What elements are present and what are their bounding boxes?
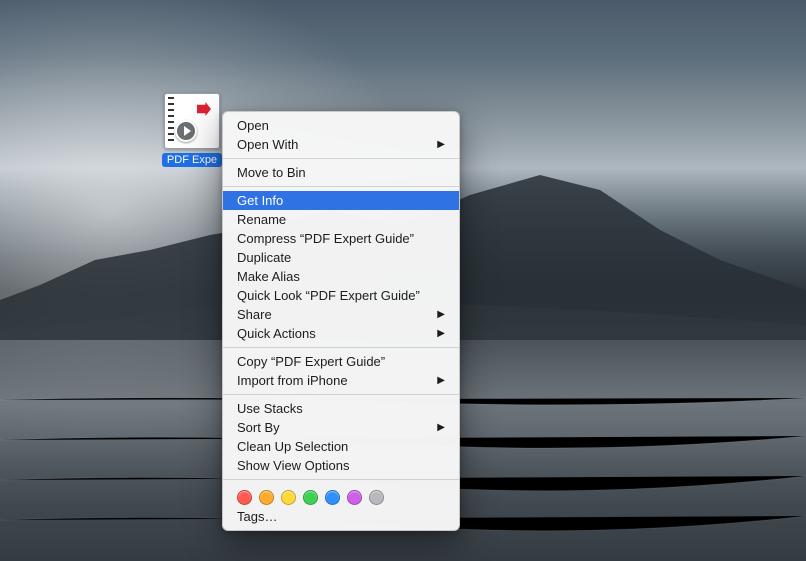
menu-item-quick-look-pdf-expert-guide[interactable]: Quick Look “PDF Expert Guide” xyxy=(223,286,459,305)
menu-item-move-to-bin[interactable]: Move to Bin xyxy=(223,163,459,182)
menu-item-copy-pdf-expert-guide[interactable]: Copy “PDF Expert Guide” xyxy=(223,352,459,371)
menu-item-label: Show View Options xyxy=(237,456,350,475)
chevron-right-icon: ▶ xyxy=(437,135,445,154)
menu-item-rename[interactable]: Rename xyxy=(223,210,459,229)
chevron-right-icon: ▶ xyxy=(437,305,445,324)
menu-item-quick-actions[interactable]: Quick Actions ▶ xyxy=(223,324,459,343)
menu-item-label: Duplicate xyxy=(237,248,291,267)
chevron-right-icon: ▶ xyxy=(437,324,445,343)
menu-item-label: Get Info xyxy=(237,191,283,210)
menu-separator xyxy=(223,394,459,395)
menu-separator xyxy=(223,479,459,480)
context-menu: OpenOpen With▶Move to BinGet InfoRenameC… xyxy=(222,111,460,531)
menu-item-show-view-options[interactable]: Show View Options xyxy=(223,456,459,475)
menu-separator xyxy=(223,347,459,348)
menu-item-label: Make Alias xyxy=(237,267,300,286)
menu-item-use-stacks[interactable]: Use Stacks xyxy=(223,399,459,418)
menu-item-label: Open xyxy=(237,116,269,135)
tag-dot-4[interactable] xyxy=(325,490,340,505)
tag-dot-2[interactable] xyxy=(281,490,296,505)
menu-item-share[interactable]: Share ▶ xyxy=(223,305,459,324)
chevron-right-icon: ▶ xyxy=(437,371,445,390)
menu-item-label: Clean Up Selection xyxy=(237,437,348,456)
menu-item-label: Rename xyxy=(237,210,286,229)
menu-item-label: Quick Actions xyxy=(237,324,316,343)
menu-item-open[interactable]: Open xyxy=(223,116,459,135)
menu-item-label: Import from iPhone xyxy=(237,371,348,390)
tag-dot-1[interactable] xyxy=(259,490,274,505)
menu-item-label: Open With xyxy=(237,135,298,154)
menu-item-label: Copy “PDF Expert Guide” xyxy=(237,352,385,371)
menu-item-label: Quick Look “PDF Expert Guide” xyxy=(237,286,420,305)
chevron-right-icon: ▶ xyxy=(437,418,445,437)
menu-item-make-alias[interactable]: Make Alias xyxy=(223,267,459,286)
menu-item-label: Move to Bin xyxy=(237,163,306,182)
menu-separator xyxy=(223,158,459,159)
desktop-wallpaper[interactable]: PDF Expe OpenOpen With ▶ Move to Bin Get In… xyxy=(0,0,806,561)
tag-dot-6[interactable] xyxy=(369,490,384,505)
tag-dot-5[interactable] xyxy=(347,490,362,505)
menu-separator xyxy=(223,186,459,187)
menu-item-compress-pdf-expert-guide[interactable]: Compress “PDF Expert Guide” xyxy=(223,229,459,248)
tag-dot-0[interactable] xyxy=(237,490,252,505)
menu-item-open-with[interactable]: Open With ▶ xyxy=(223,135,459,154)
play-badge-icon xyxy=(175,120,197,142)
menu-item-clean-up-selection[interactable]: Clean Up Selection xyxy=(223,437,459,456)
menu-item-label: Sort By xyxy=(237,418,280,437)
menu-item-label: Compress “PDF Expert Guide” xyxy=(237,229,414,248)
menu-item-import-from-iphone[interactable]: Import from iPhone ▶ xyxy=(223,371,459,390)
menu-item-label: Use Stacks xyxy=(237,399,303,418)
menu-item-label: Share xyxy=(237,305,272,324)
menu-item-duplicate[interactable]: Duplicate xyxy=(223,248,459,267)
desktop-file[interactable]: PDF Expe xyxy=(160,93,224,172)
menu-item-label: Tags… xyxy=(237,507,277,526)
file-label: PDF Expe xyxy=(162,153,222,167)
menu-item-tags[interactable]: Tags… xyxy=(223,507,459,526)
menu-item-sort-by[interactable]: Sort By ▶ xyxy=(223,418,459,437)
tag-dot-3[interactable] xyxy=(303,490,318,505)
tags-row xyxy=(223,484,459,507)
file-thumbnail xyxy=(164,93,220,149)
menu-item-get-info[interactable]: Get Info xyxy=(223,191,459,210)
